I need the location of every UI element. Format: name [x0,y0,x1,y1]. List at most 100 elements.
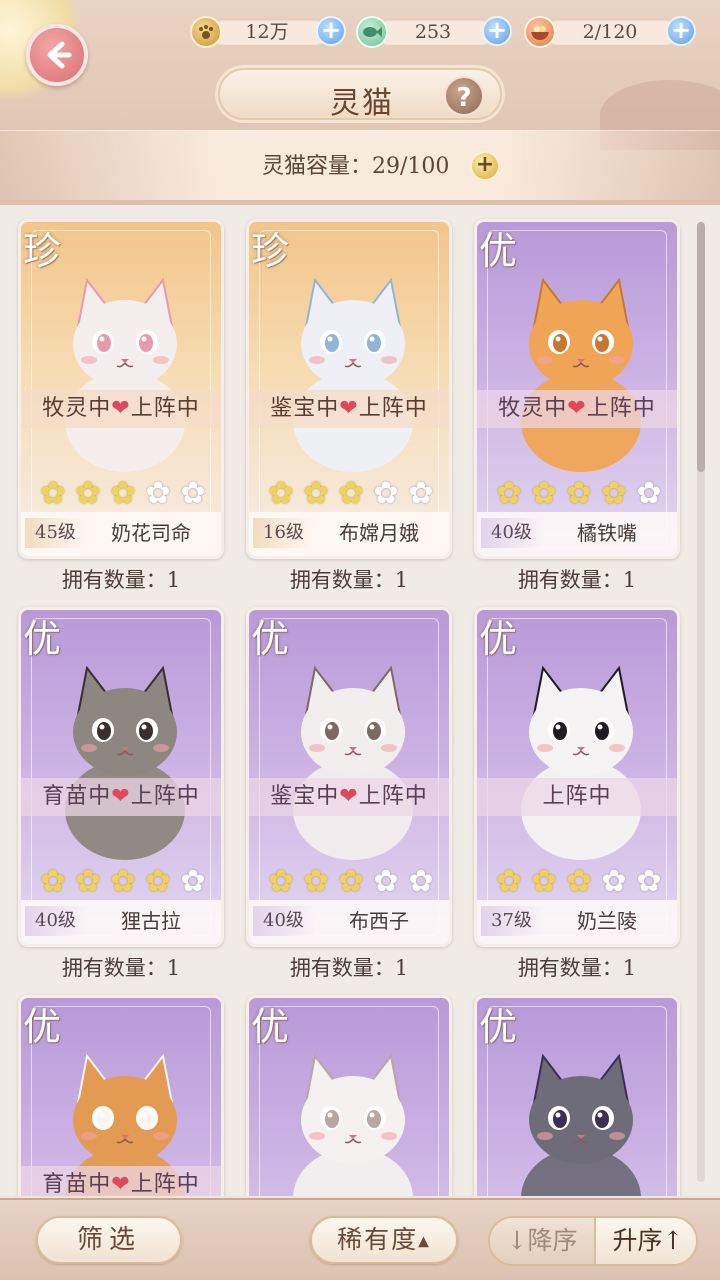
cat-card[interactable]: 优 [246,995,452,1196]
cat-card[interactable]: 优牧灵中❤上阵中 ✿ ✿ ✿ ✿ ✿ 40级 橘铁嘴 [474,219,680,559]
owned-count: 拥有数量：1 [517,956,637,980]
star-filled-icon: ✿ [496,864,522,899]
cat-portrait [279,262,427,472]
resource-food: 2/120 + [524,16,700,48]
rarity-label: 稀有度 [337,1225,419,1254]
status-deployed: 上阵中 [358,784,428,809]
rarity-badge: 优 [23,617,62,661]
fish-token-icon [356,16,388,48]
paw-coin-icon [190,16,222,48]
star-empty-icon: ✿ [408,864,434,899]
star-filled-icon: ✿ [40,864,66,899]
cat-card[interactable]: 优育苗中❤上阵中 [18,995,224,1196]
add-food-button[interactable]: + [666,16,696,46]
status-banner: 牧灵中❤上阵中 [477,390,677,428]
cat-name: 奶花司命 [111,521,191,545]
filter-button[interactable]: 筛选 [36,1216,182,1264]
heart-icon: ❤ [111,396,131,421]
cat-level: 45级 [25,518,88,548]
status-activity: 牧灵中 [498,396,568,421]
status-activity: 牧灵中 [42,396,112,421]
status-banner: 鉴宝中❤上阵中 [249,778,449,816]
star-filled-icon: ✿ [268,864,294,899]
rarity-sort-button[interactable]: 稀有度▲ [310,1216,458,1264]
cat-portrait [507,650,655,860]
star-empty-icon: ✿ [601,864,627,899]
cat-name: 奶兰陵 [577,909,637,933]
star-filled-icon: ✿ [40,476,66,511]
sort-order-toggle: ↓降序 升序↑ [488,1216,698,1266]
star-empty-icon: ✿ [145,476,171,511]
cat-name: 布嫦月娥 [339,521,419,545]
sort-descending-button[interactable]: ↓降序 [490,1218,594,1264]
star-filled-icon: ✿ [75,476,101,511]
heart-icon: ❤ [111,784,131,809]
rarity-badge: 珍 [251,229,290,273]
owned-count: 拥有数量：1 [61,956,181,980]
status-deployed: 上阵中 [358,396,428,421]
status-banner: 牧灵中❤上阵中 [21,390,221,428]
star-rating: ✿ ✿ ✿ ✿ ✿ [493,478,665,510]
star-empty-icon: ✿ [636,864,662,899]
add-fish-token-button[interactable]: + [482,16,512,46]
status-deployed: 上阵中 [542,784,612,809]
star-filled-icon: ✿ [338,476,364,511]
cat-name: 橘铁嘴 [577,521,637,545]
cat-card[interactable]: 优上阵中 ✿ ✿ ✿ ✿ ✿ 37级 奶兰陵 [474,607,680,947]
status-activity: 育苗中 [42,1172,112,1196]
cat-name: 狸古拉 [121,909,181,933]
cat-portrait [507,262,655,472]
star-filled-icon: ✿ [601,476,627,511]
star-empty-icon: ✿ [180,864,206,899]
star-filled-icon: ✿ [531,864,557,899]
star-empty-icon: ✿ [636,476,662,511]
owned-count: 拥有数量：1 [289,568,409,592]
cat-card[interactable]: 优鉴宝中❤上阵中 ✿ ✿ ✿ ✿ ✿ 40级 布西子 [246,607,452,947]
star-filled-icon: ✿ [496,476,522,511]
resource-value: 12万 [245,21,289,43]
star-filled-icon: ✿ [303,864,329,899]
status-deployed: 上阵中 [130,784,200,809]
star-filled-icon: ✿ [110,864,136,899]
cat-name: 布西子 [349,909,409,933]
rarity-badge: 优 [479,1005,518,1049]
food-bowl-icon [524,16,556,48]
rarity-badge: 优 [251,1005,290,1049]
status-deployed: 上阵中 [586,396,656,421]
owned-count: 拥有数量：1 [517,568,637,592]
star-filled-icon: ✿ [268,476,294,511]
cat-card[interactable]: 珍牧灵中❤上阵中 ✿ ✿ ✿ ✿ ✿ 45级 奶花司命 [18,219,224,559]
status-banner: 鉴宝中❤上阵中 [249,390,449,428]
cat-card[interactable]: 优育苗中❤上阵中 ✿ ✿ ✿ ✿ ✿ 40级 狸古拉 [18,607,224,947]
star-empty-icon: ✿ [373,864,399,899]
add-paw-coin-button[interactable]: + [316,16,346,46]
cat-portrait [279,1038,427,1196]
rarity-badge: 珍 [23,229,62,273]
star-filled-icon: ✿ [110,476,136,511]
star-rating: ✿ ✿ ✿ ✿ ✿ [37,866,209,898]
cat-card[interactable]: 优 [474,995,680,1196]
star-rating: ✿ ✿ ✿ ✿ ✿ [37,478,209,510]
star-filled-icon: ✿ [566,476,592,511]
status-activity: 鉴宝中 [270,396,340,421]
resource-value: 253 [414,21,452,43]
cat-level: 37级 [481,906,544,936]
star-empty-icon: ✿ [408,476,434,511]
status-activity: 育苗中 [42,784,112,809]
rarity-badge: 优 [479,617,518,661]
cat-level: 40级 [25,906,88,936]
resource-paw-coin: 12万 + [190,16,350,48]
heart-icon: ❤ [339,396,359,421]
star-rating: ✿ ✿ ✿ ✿ ✿ [265,866,437,898]
scrollbar-thumb[interactable] [697,222,705,472]
heart-icon: ❤ [567,396,587,421]
cat-portrait [51,262,199,472]
status-banner: 育苗中❤上阵中 [21,778,221,816]
sort-ascending-button[interactable]: 升序↑ [596,1218,696,1264]
star-filled-icon: ✿ [303,476,329,511]
resource-value: 2/120 [582,21,638,43]
status-banner: 育苗中❤上阵中 [21,1166,221,1196]
star-empty-icon: ✿ [373,476,399,511]
cat-card[interactable]: 珍鉴宝中❤上阵中 ✿ ✿ ✿ ✿ ✿ 16级 布嫦月娥 [246,219,452,559]
status-banner: 上阵中 [477,778,677,816]
